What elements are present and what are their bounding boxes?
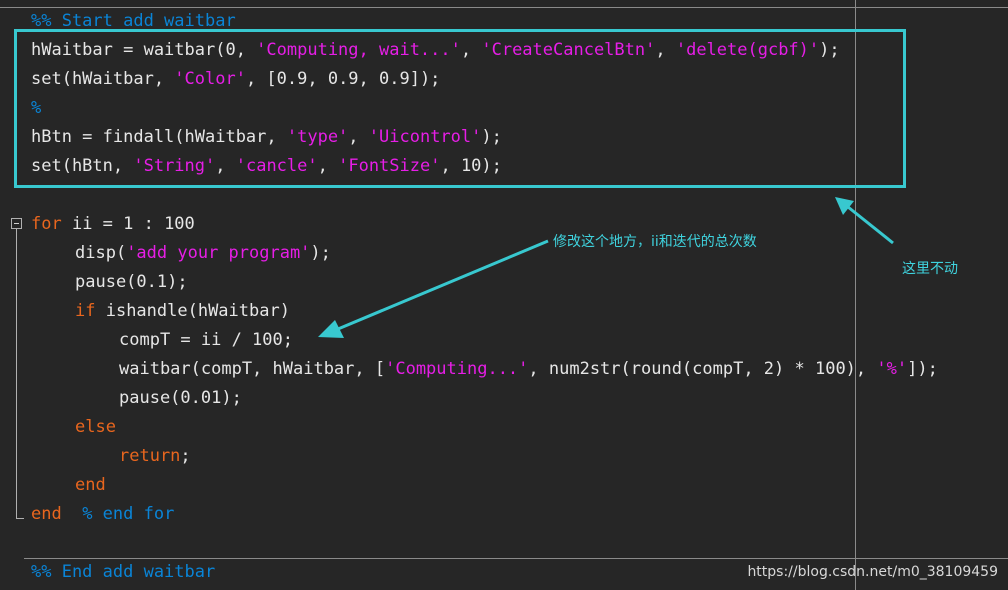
modify-note: 修改这个地方，ii和迭代的总次数	[553, 234, 757, 250]
watermark: https://blog.csdn.net/m0_38109459	[747, 564, 998, 580]
keep-note: 这里不动	[902, 261, 958, 277]
arrow-to-compt	[318, 239, 549, 338]
annotation-arrows	[318, 197, 894, 338]
arrow-to-box	[835, 197, 894, 245]
